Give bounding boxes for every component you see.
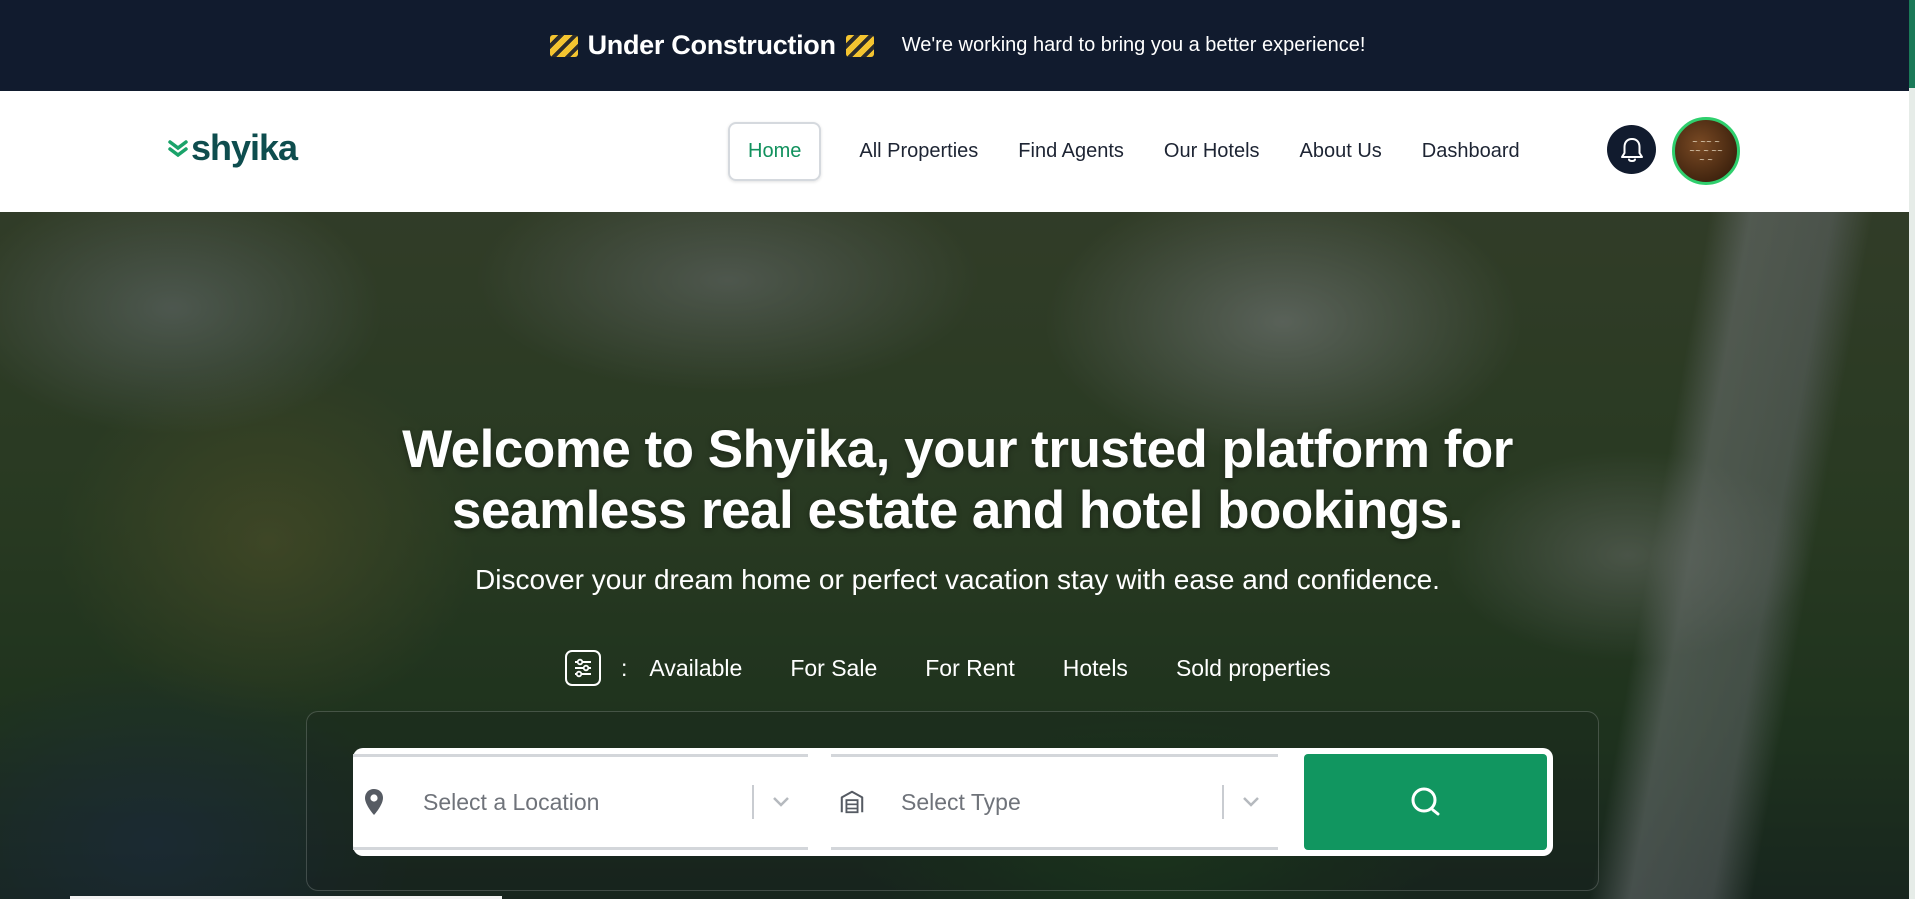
location-select[interactable]: Select a Location	[353, 754, 808, 850]
logo-mark-icon	[168, 140, 188, 157]
bell-icon	[1620, 137, 1643, 162]
logo-text: shyika	[191, 127, 298, 168]
nav-find-agents[interactable]: Find Agents	[998, 122, 1144, 181]
property-filters: : Available For Sale For Rent Hotels Sol…	[565, 650, 1379, 686]
search-icon	[1411, 787, 1439, 816]
notifications-button[interactable]	[1607, 125, 1656, 174]
location-placeholder: Select a Location	[423, 788, 600, 815]
location-pin-icon	[365, 789, 383, 815]
chevron-down-icon[interactable]	[754, 796, 808, 808]
filter-available[interactable]: Available	[649, 655, 742, 682]
hero-headline-line2: seamless real estate and hotel bookings.	[452, 481, 1463, 540]
construction-sign-icon	[845, 34, 874, 57]
scrollbar[interactable]	[1909, 0, 1915, 899]
filter-hotels[interactable]: Hotels	[1063, 655, 1128, 682]
hero-section: Welcome to Shyika, your trusted platform…	[0, 212, 1915, 899]
banner-message: We're working hard to bring you a better…	[901, 34, 1366, 56]
banner-title-group: Under Construction	[549, 30, 874, 61]
type-placeholder: Select Type	[901, 788, 1021, 815]
nav-all-properties[interactable]: All Properties	[839, 122, 998, 181]
avatar-image: ~ ~~ ~ ~~ ~ ~~ ~ ~	[1689, 137, 1723, 164]
filter-separator: :	[621, 654, 628, 681]
chevron-down-icon[interactable]	[1224, 796, 1278, 808]
filter-for-rent[interactable]: For Rent	[925, 655, 1014, 682]
hero-headline-line1: Welcome to Shyika, your trusted platform…	[402, 420, 1513, 479]
nav-about-us[interactable]: About Us	[1280, 122, 1402, 181]
filter-sliders-icon[interactable]	[565, 650, 601, 686]
filter-sold-properties[interactable]: Sold properties	[1176, 655, 1331, 682]
search-bar: Select a Location Select Type	[353, 748, 1553, 856]
main-nav: Home All Properties Find Agents Our Hote…	[728, 122, 1540, 181]
hero-subheadline: Discover your dream home or perfect vaca…	[475, 564, 1440, 595]
nav-dashboard[interactable]: Dashboard	[1402, 122, 1540, 181]
filter-for-sale[interactable]: For Sale	[790, 655, 877, 682]
construction-banner: Under Construction We're working hard to…	[0, 0, 1915, 91]
site-header: shyika Home All Properties Find Agents O…	[0, 91, 1915, 212]
scrollbar-thumb[interactable]	[1909, 0, 1915, 88]
type-select[interactable]: Select Type	[831, 754, 1278, 850]
search-button[interactable]	[1304, 754, 1547, 850]
banner-title: Under Construction	[587, 30, 836, 60]
user-avatar[interactable]: ~ ~~ ~ ~~ ~ ~~ ~ ~	[1672, 117, 1740, 185]
building-icon	[840, 790, 864, 814]
nav-home[interactable]: Home	[728, 122, 822, 181]
hero-headline: Welcome to Shyika, your trusted platform…	[0, 419, 1915, 541]
construction-sign-icon	[549, 34, 578, 57]
nav-our-hotels[interactable]: Our Hotels	[1144, 122, 1280, 181]
logo[interactable]: shyika	[168, 127, 298, 169]
